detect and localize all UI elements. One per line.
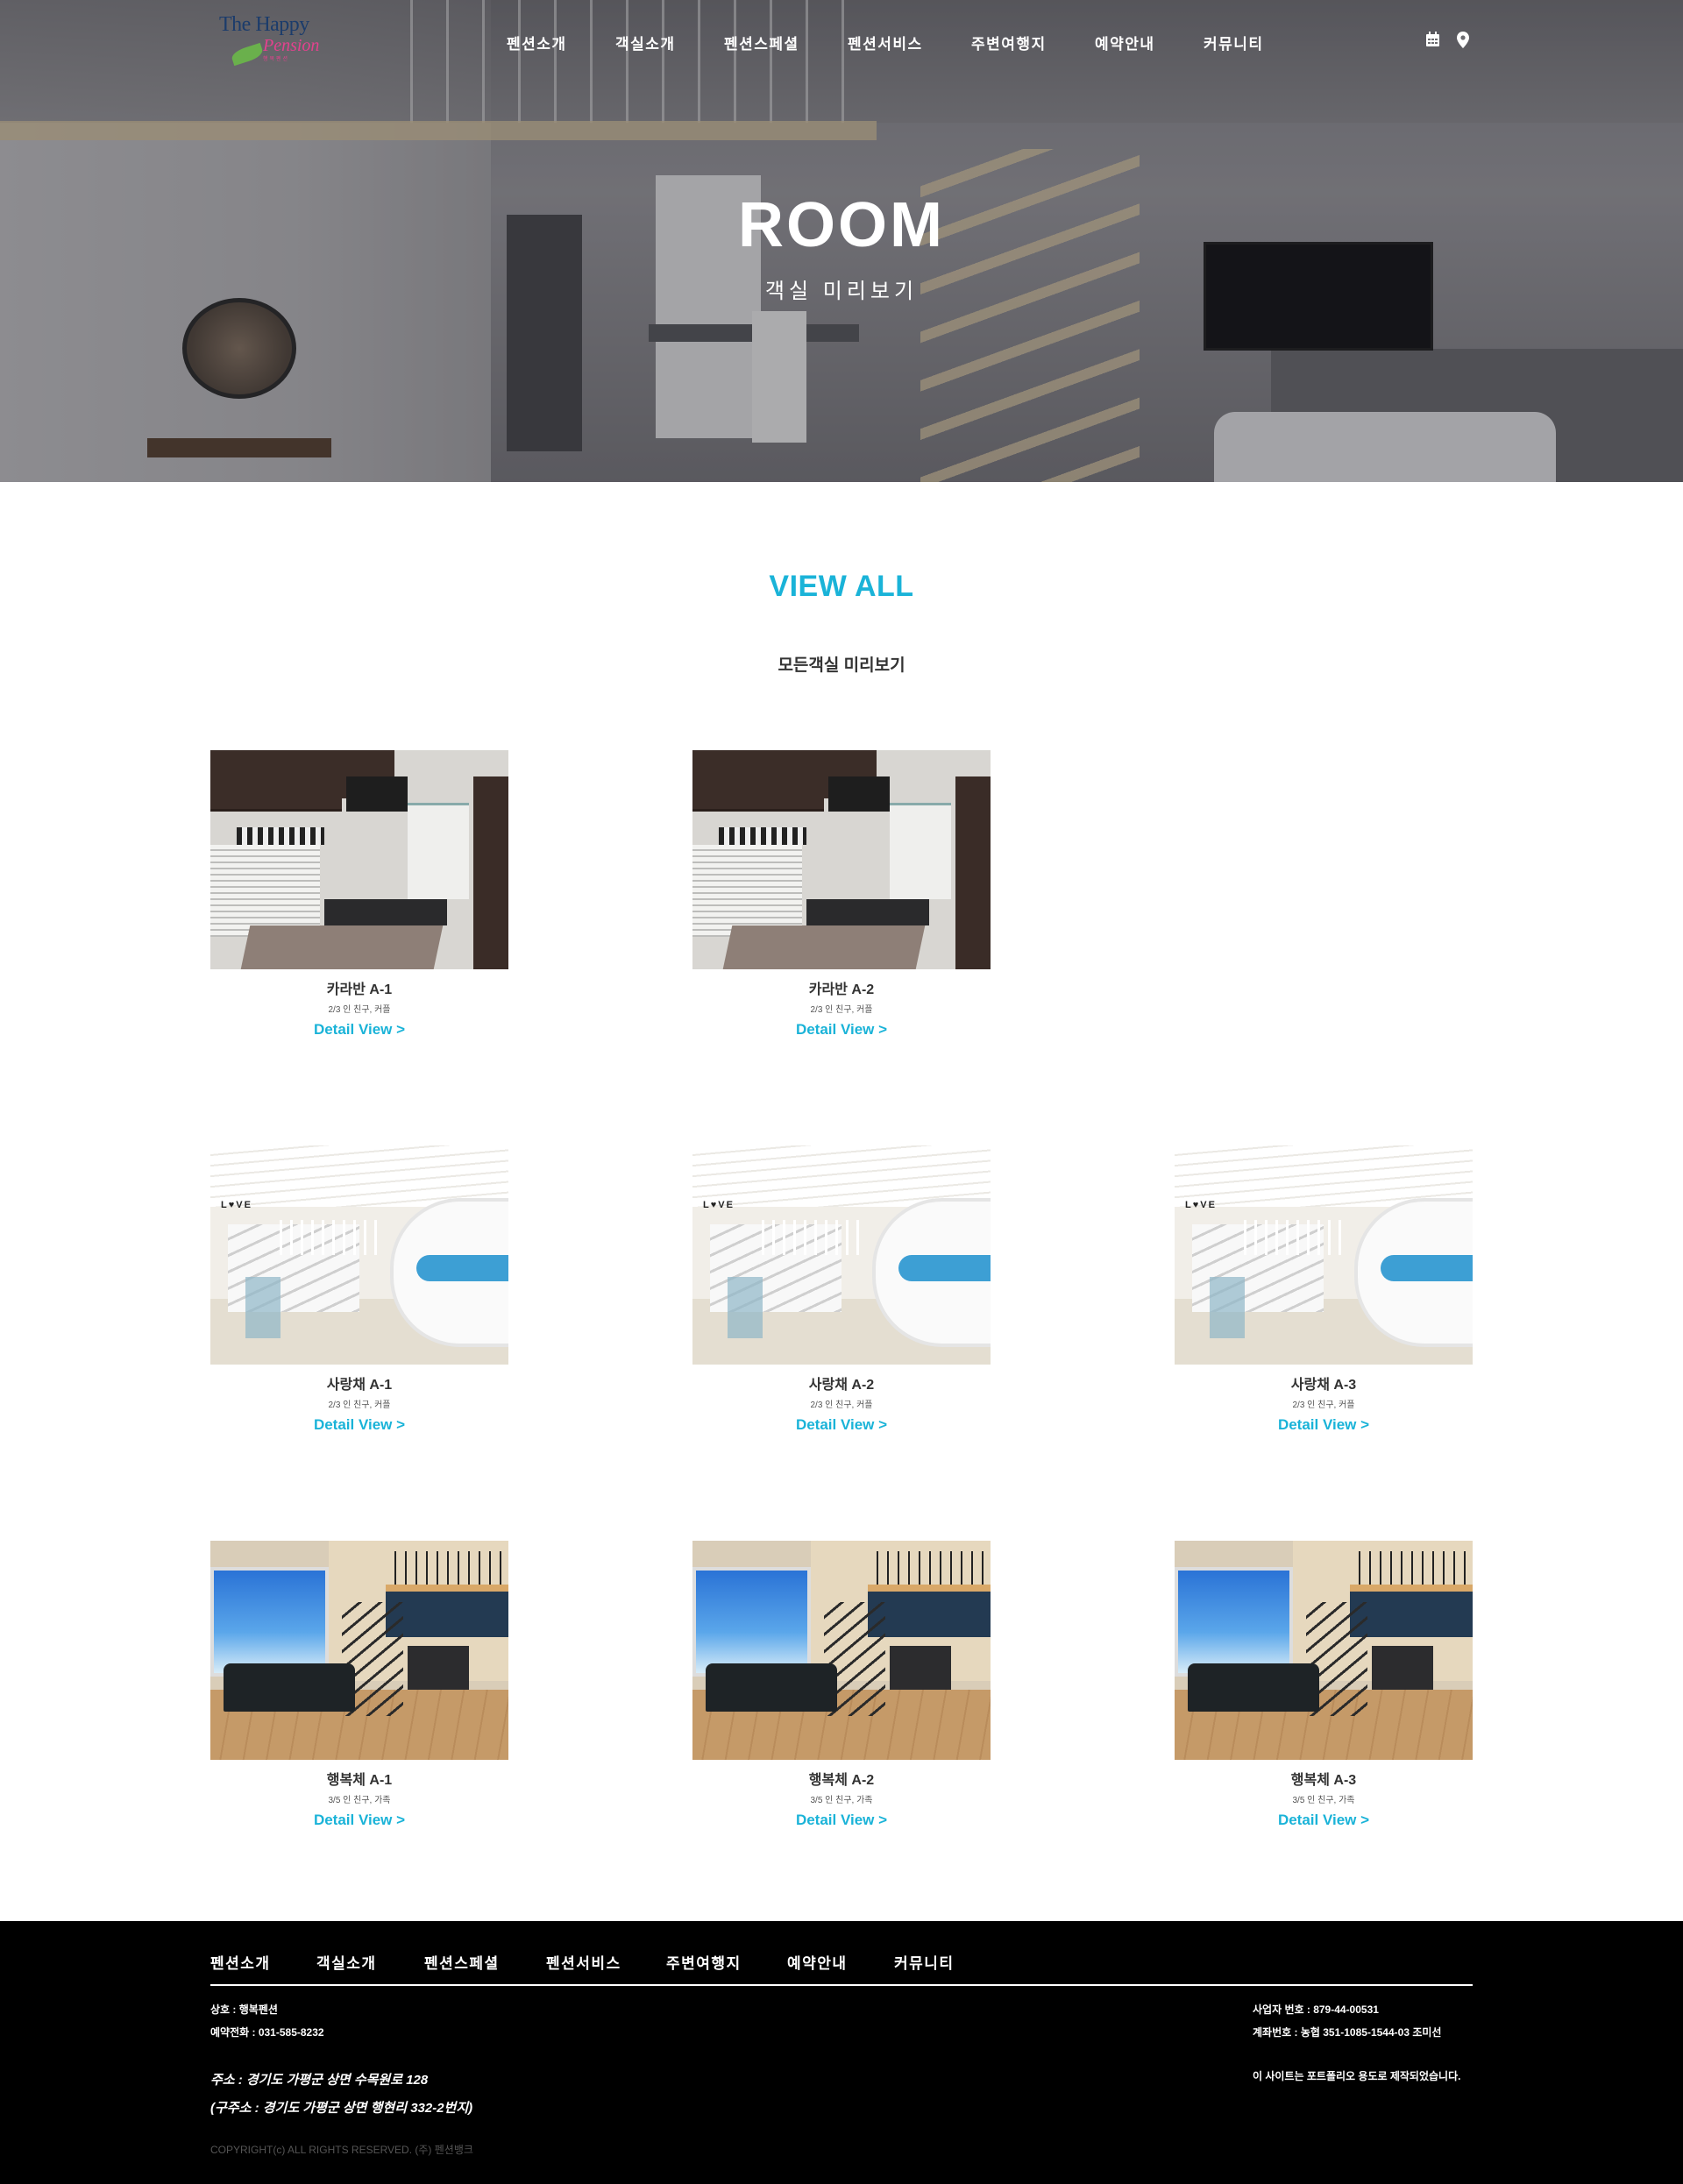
room-card: L♥VE 사랑채 A-3 2/3 인 친구, 커플 Detail View > — [1175, 1145, 1473, 1435]
room-name: 행복체 A-3 — [1290, 1773, 1357, 1788]
detail-view-link[interactable]: Detail View > — [692, 1415, 991, 1435]
footer-old-address: (구주소 : 경기도 가평군 상면 행현리 332-2번지) — [210, 2101, 473, 2116]
nav-item-travel[interactable]: 주변여행지 — [971, 32, 1047, 53]
map-marker-icon[interactable] — [1457, 32, 1469, 53]
room-name: 행복체 A-2 — [808, 1773, 875, 1788]
room-capacity: 2/3 인 친구, 커플 — [810, 1005, 873, 1015]
footer-nav-reservation[interactable]: 예약안내 — [787, 1951, 848, 1973]
room-capacity: 2/3 인 친구, 커플 — [810, 1400, 873, 1410]
footer-nav: 펜션소개 객실소개 펜션스페셜 펜션서비스 주변여행지 예약안내 커뮤니티 — [0, 1951, 1683, 1972]
nav-item-service[interactable]: 펜션서비스 — [848, 32, 923, 53]
detail-view-link[interactable]: Detail View > — [1175, 1415, 1473, 1435]
footer-nav-service[interactable]: 펜션서비스 — [546, 1951, 621, 1973]
room-capacity: 2/3 인 친구, 커플 — [328, 1005, 391, 1015]
detail-view-link[interactable]: Detail View > — [692, 1811, 991, 1830]
room-name: 사랑채 A-1 — [326, 1378, 393, 1393]
room-capacity: 2/3 인 친구, 커플 — [328, 1400, 391, 1410]
nav-item-rooms[interactable]: 객실소개 — [615, 32, 676, 53]
room-photo[interactable] — [692, 1541, 991, 1760]
nav-item-community[interactable]: 커뮤니티 — [1204, 32, 1264, 53]
section-title: VIEW ALL — [769, 570, 914, 603]
footer-copyright: COPYRIGHT(c) ALL RIGHTS RESERVED. (주) 펜션… — [210, 2144, 473, 2156]
room-photo[interactable]: L♥VE — [210, 1145, 508, 1365]
footer-address-block: 주소 : 경기도 가평군 상면 수목원로 128 (구주소 : 경기도 가평군 … — [210, 2067, 472, 2123]
room-capacity: 2/3 인 친구, 커플 — [1292, 1400, 1355, 1410]
room-photo[interactable] — [1175, 1541, 1473, 1760]
section-subtitle: 모든객실 미리보기 — [778, 656, 905, 675]
detail-view-link[interactable]: Detail View > — [210, 1415, 508, 1435]
room-name: 사랑채 A-3 — [1290, 1378, 1357, 1393]
footer-notice: 이 사이트는 포트폴리오 용도로 제작되었습니다. — [1253, 2070, 1461, 2082]
footer-address: 주소 : 경기도 가평군 상면 수목원로 128 — [210, 2073, 429, 2088]
room-card: 행복체 A-3 3/5 인 친구, 가족 Detail View > — [1175, 1541, 1473, 1830]
detail-view-link[interactable]: Detail View > — [210, 1020, 508, 1039]
footer-company-name: 상호 : 행복펜션 — [210, 2003, 278, 2016]
room-card: 행복체 A-1 3/5 인 친구, 가족 Detail View > — [210, 1541, 508, 1830]
room-name: 카라반 A-2 — [808, 982, 875, 997]
footer-phone: 예약전화 : 031-585-8232 — [210, 2026, 324, 2039]
footer-biz-number: 사업자 번호 : 879-44-00531 — [1253, 2003, 1379, 2016]
footer-nav-pension-intro[interactable]: 펜션소개 — [210, 1951, 271, 1973]
room-name: 카라반 A-1 — [326, 982, 393, 997]
nav-item-special[interactable]: 펜션스페셜 — [724, 32, 799, 53]
footer-account: 계좌번호 : 농협 351-1085-1544-03 조미선 — [1253, 2026, 1442, 2039]
room-card: 카라반 A-2 2/3 인 친구, 커플 Detail View > — [692, 750, 991, 1039]
calendar-icon[interactable] — [1425, 32, 1440, 52]
detail-view-link[interactable]: Detail View > — [1175, 1811, 1473, 1830]
room-capacity: 3/5 인 친구, 가족 — [328, 1796, 391, 1805]
nav-item-reservation[interactable]: 예약안내 — [1095, 32, 1155, 53]
room-card: L♥VE 사랑채 A-2 2/3 인 친구, 커플 Detail View > — [692, 1145, 991, 1435]
footer-nav-special[interactable]: 펜션스페셜 — [424, 1951, 500, 1973]
room-photo[interactable] — [692, 750, 991, 969]
room-photo[interactable] — [210, 1541, 508, 1760]
footer-business-info: 사업자 번호 : 879-44-00531 계좌번호 : 농협 351-1085… — [1253, 1998, 1441, 2044]
room-photo[interactable]: L♥VE — [1175, 1145, 1473, 1365]
logo-line3: 행복펜션 — [263, 57, 290, 62]
room-card: 행복체 A-2 3/5 인 친구, 가족 Detail View > — [692, 1541, 991, 1830]
site-footer: 펜션소개 객실소개 펜션스페셜 펜션서비스 주변여행지 예약안내 커뮤니티 상호… — [0, 1921, 1683, 2184]
room-photo[interactable]: L♥VE — [692, 1145, 991, 1365]
room-photo[interactable] — [210, 750, 508, 969]
room-capacity: 3/5 인 친구, 가족 — [1292, 1796, 1355, 1805]
footer-divider — [210, 1984, 1473, 1986]
footer-nav-rooms[interactable]: 객실소개 — [316, 1951, 377, 1973]
footer-nav-travel[interactable]: 주변여행지 — [666, 1951, 742, 1973]
footer-nav-community[interactable]: 커뮤니티 — [894, 1951, 955, 1973]
hero-subtitle: 객실 미리보기 — [764, 280, 919, 303]
detail-view-link[interactable]: Detail View > — [692, 1020, 991, 1039]
nav-item-pension-intro[interactable]: 펜션소개 — [507, 32, 567, 53]
hero-banner: The Happy Pension 행복펜션 펜션소개 객실소개 펜션스페셜 펜… — [0, 0, 1683, 482]
room-card: L♥VE 사랑채 A-1 2/3 인 친구, 커플 Detail View > — [210, 1145, 508, 1435]
hero-title: ROOM — [738, 190, 945, 260]
room-name: 사랑채 A-2 — [808, 1378, 875, 1393]
room-capacity: 3/5 인 친구, 가족 — [810, 1796, 873, 1805]
room-name: 행복체 A-1 — [326, 1773, 393, 1788]
footer-company-info: 상호 : 행복펜션 예약전화 : 031-585-8232 — [210, 1998, 324, 2044]
room-card: 카라반 A-1 2/3 인 친구, 커플 Detail View > — [210, 750, 508, 1039]
detail-view-link[interactable]: Detail View > — [210, 1811, 508, 1830]
